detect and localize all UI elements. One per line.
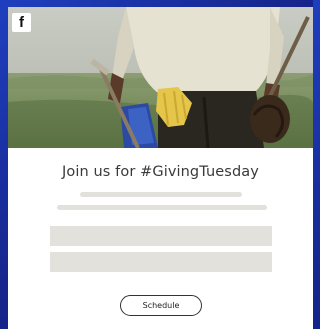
input-placeholder[interactable] — [50, 252, 272, 272]
post-title: Join us for #GivingTuesday — [62, 164, 259, 180]
input-placeholder[interactable] — [50, 226, 272, 246]
text-placeholder-line — [57, 205, 267, 210]
text-placeholder-line — [80, 192, 242, 197]
schedule-button[interactable]: Schedule — [120, 295, 202, 316]
hero-image — [8, 7, 313, 148]
facebook-icon: f — [12, 13, 31, 32]
facebook-glyph: f — [19, 14, 24, 31]
post-card: f Join us for #GivingTuesday Schedule — [8, 7, 313, 329]
